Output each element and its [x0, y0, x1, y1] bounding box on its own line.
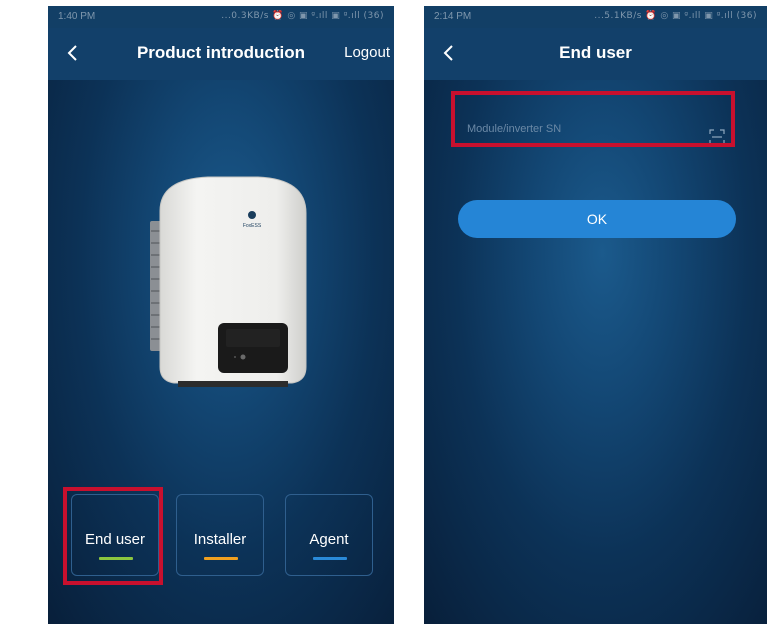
page-title: End user	[559, 43, 632, 62]
logout-button[interactable]: Logout	[344, 44, 390, 61]
brand-logo-text: FoxESS	[243, 223, 262, 229]
title-bar: Product introduction Logout	[48, 28, 394, 80]
status-bar: 1:40 PM ...0.3KB/s ⏰ ◎ ▣ ᵍ.ıll ▣ ᵍ.ıll (…	[48, 6, 394, 28]
role-accent-bar	[99, 557, 133, 560]
ok-button[interactable]: OK	[458, 200, 736, 238]
status-time: 2:14 PM	[434, 11, 472, 22]
status-indicators: ...0.3KB/s ⏰ ◎ ▣ ᵍ.ıll ▣ ᵍ.ıll (36)	[221, 11, 384, 21]
status-bar: 2:14 PM ...5.1KB/s ⏰ ◎ ▣ ᵍ.ıll ▣ ᵍ.ıll (…	[424, 6, 767, 28]
role-accent-bar	[313, 557, 347, 560]
role-label: Installer	[193, 531, 247, 548]
role-end-user-button[interactable]: End user	[71, 494, 159, 576]
product-introduction-screen: 1:40 PM ...0.3KB/s ⏰ ◎ ▣ ᵍ.ıll ▣ ᵍ.ıll (…	[48, 6, 394, 624]
status-indicators: ...5.1KB/s ⏰ ◎ ▣ ᵍ.ıll ▣ ᵍ.ıll (36)	[594, 11, 757, 21]
inverter-illustration: FoxESS	[148, 171, 318, 393]
end-user-screen: 2:14 PM ...5.1KB/s ⏰ ◎ ▣ ᵍ.ıll ▣ ᵍ.ıll (…	[424, 6, 767, 624]
role-label: Agent	[309, 531, 349, 548]
role-agent-button[interactable]: Agent	[285, 494, 373, 576]
status-time: 1:40 PM	[58, 11, 96, 22]
title-bar: End user	[424, 28, 767, 80]
page-title: Product introduction	[136, 43, 306, 62]
sn-input-placeholder: Module/inverter SN	[467, 123, 562, 135]
input-underline	[465, 143, 727, 144]
role-accent-bar	[204, 557, 238, 560]
role-label: End user	[84, 531, 146, 548]
scan-icon[interactable]	[709, 129, 725, 145]
role-installer-button[interactable]: Installer	[176, 494, 264, 576]
sn-input-field[interactable]: Module/inverter SN	[457, 96, 735, 150]
